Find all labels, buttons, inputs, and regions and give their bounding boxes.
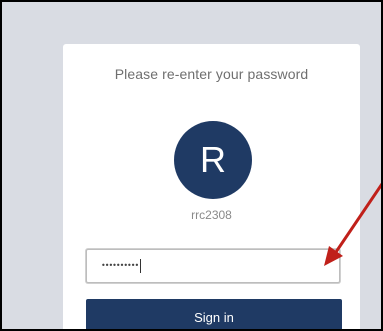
- sign-in-button[interactable]: Sign in: [86, 299, 342, 329]
- password-input[interactable]: ••••••••••: [86, 249, 340, 283]
- sign-in-label: Sign in: [194, 310, 234, 325]
- reenter-password-prompt: Please re-enter your password: [114, 66, 309, 82]
- screenshot-frame: Please re-enter your password R rrc2308 …: [0, 0, 383, 331]
- username-label: rrc2308: [191, 208, 232, 222]
- password-masked-value: ••••••••••: [101, 261, 139, 270]
- text-caret: [140, 258, 142, 273]
- login-card: Please re-enter your password R rrc2308 …: [63, 44, 360, 329]
- red-arrow-icon: [324, 182, 381, 266]
- avatar-initial: R: [200, 139, 226, 180]
- user-avatar: R: [174, 121, 252, 199]
